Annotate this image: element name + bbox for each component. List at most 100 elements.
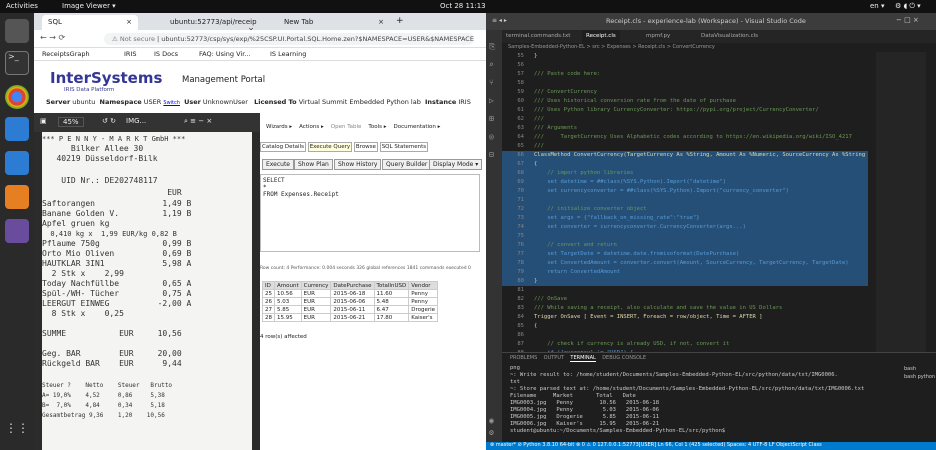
panel-tab-problems[interactable]: PROBLEMS [510, 355, 537, 361]
terminal-line: ~: Store parsed text at: /home/student/D… [510, 386, 865, 392]
code-line: 83/// While saving a receipt, also calcu… [517, 305, 783, 311]
portal-title: Management Portal [182, 75, 266, 85]
tab-catalog-details[interactable]: Catalog Details [260, 142, 306, 152]
code-line: 62/// [517, 116, 544, 122]
menu-wizards[interactable]: Wizards ▸ [266, 124, 292, 130]
activities-button[interactable]: Activities [6, 2, 38, 10]
terminal-icon[interactable]: >_ [5, 51, 29, 75]
terminal-line: IMG0004.jpg Penny 5.03 2015-06-06 [510, 407, 660, 413]
system-tray-icons[interactable]: ⚙ ◖ ⏻ ▾ [895, 2, 921, 11]
execute-button[interactable]: Execute [262, 159, 294, 170]
show-history-button[interactable]: Show History [334, 159, 382, 170]
code-line: 80} [502, 277, 868, 286]
portal-info-row: Server ubuntu Namespace USER Switch User… [46, 98, 471, 106]
url-field[interactable]: ⚠ Not secure | ubuntu:52773/csp/sys/exp/… [104, 33, 474, 45]
menu-open-table[interactable]: Open Table [331, 124, 362, 130]
menu-documentation[interactable]: Documentation ▸ [393, 124, 440, 130]
code-line: 74 set converter = currencyconverter.Cur… [502, 223, 868, 232]
table-row: 28 15.95 EUR 2015-06-21 17.80 Kaiser's [262, 313, 439, 322]
code-line: 60/// Uses historical conversion rate fr… [517, 98, 736, 104]
minimap[interactable] [876, 52, 926, 352]
folder-icon[interactable] [5, 185, 29, 209]
clock[interactable]: Oct 28 11:13 [440, 2, 486, 10]
code-line: 87 // check if currency is already USD, … [517, 341, 730, 347]
code-line: 72 // initialize converter object [502, 205, 868, 214]
tab-mpmf-py[interactable]: mpmf.py [642, 30, 674, 43]
switch-link[interactable]: Switch [163, 100, 180, 106]
show-apps-icon[interactable]: ⋮⋮ [5, 421, 29, 445]
code-line: 75 [502, 232, 868, 241]
terminal-line: IMG0003.jpg Penny 10.56 2015-06-18 [510, 400, 660, 406]
show-plan-button[interactable]: Show Plan [294, 159, 333, 170]
bookmark-is-learning[interactable]: IS Learning [270, 50, 306, 58]
query-editor[interactable]: SELECT * FROM Expenses.Receipt [260, 174, 480, 252]
table-row: 25 10.56 EUR 2015-06-18 11.60 Penny [262, 289, 439, 298]
tab-sql-statements[interactable]: SQL Statements [379, 142, 429, 152]
activity-bar: ⎘ ⌕ ⑂ ▷ ⊞ ◎ ⊟ ◉ ⚙ [486, 30, 502, 442]
panel-tabs: PROBLEMS OUTPUT TERMINAL DEBUG CONSOLE [510, 355, 646, 362]
image-viewer-window: ▣ 45% ↺ ↻ IMG... ⌕ ≡ − × *** P E N N Y -… [34, 113, 260, 450]
panel-tab-terminal[interactable]: TERMINAL [570, 355, 596, 362]
bookmark-iris[interactable]: IRIS [124, 50, 136, 58]
zoom-level[interactable]: 45% [58, 117, 84, 127]
menu-actions[interactable]: Actions ▸ [299, 124, 324, 130]
query-builder-button[interactable]: Query Builder [382, 159, 432, 170]
code-line: 56 [517, 62, 524, 68]
row-count-text: Row count: 4 Performance: 0.004 seconds … [260, 266, 471, 271]
tab-browse[interactable]: Browse [353, 142, 378, 152]
intersystems-logo: InterSystems [50, 69, 163, 87]
tab-sql[interactable]: SQL × [42, 15, 138, 30]
tab-execute-query[interactable]: Execute Query [307, 142, 353, 152]
portal-tabs: Catalog Details Execute Query Browse SQL… [260, 142, 429, 152]
terminal-output[interactable]: png ~: Write result to: /home/student/Doc… [502, 365, 902, 443]
menu-tools[interactable]: Tools ▸ [368, 124, 386, 130]
breadcrumb[interactable]: Samples-Embedded-Python-EL > src > Expen… [502, 43, 936, 52]
receipt-image: *** P E N N Y - M A R K T GmbH *** Bilke… [42, 132, 252, 450]
terminal-line: txt [510, 379, 520, 385]
code-editor[interactable]: 55} 56 57/// Paste code here: 58 59/// Conve… [502, 52, 868, 352]
code-line: 86 [517, 332, 524, 338]
vscode-menu-icons[interactable]: ≡ ◂ ▸ [492, 17, 507, 24]
tab-api[interactable]: ubuntu:52773/api/receip × [164, 15, 260, 30]
vscode-icon-2[interactable] [5, 151, 29, 175]
portal-menu: Wizards ▸ Actions ▸ Open Table Tools ▸ D… [266, 124, 440, 130]
display-mode-select[interactable]: Display Mode ▾ [429, 159, 483, 170]
image-viewer-icon[interactable] [5, 219, 29, 243]
terminal-line: ~: Write result to: /home/student/Docume… [510, 372, 838, 378]
bookmark-faq[interactable]: FAQ: Using Vir... [199, 50, 251, 58]
vscode-title-bar: ≡ ◂ ▸ Receipt.cls - experience-lab (Work… [486, 13, 936, 30]
code-line: 76 // convert and return [502, 241, 868, 250]
viewer-actions[interactable]: ⌕ ≡ − × [184, 117, 212, 126]
viewer-menu-icon[interactable]: ▣ [40, 117, 47, 125]
code-line: 71 [502, 196, 868, 205]
bookmark-is-docs[interactable]: IS Docs [154, 50, 178, 58]
activity-icons[interactable]: ⎘ ⌕ ⑂ ▷ ⊞ ◎ ⊟ [489, 38, 495, 164]
code-line: 63/// Arguments [517, 125, 578, 131]
table-row: 27 5.85 EUR 2015-06-11 6.47 Drogerie [262, 305, 439, 314]
panel-tab-output[interactable]: OUTPUT [544, 355, 564, 361]
app-menu[interactable]: Image Viewer ▾ [62, 2, 116, 10]
code-line: 68 // import python libraries [502, 169, 868, 178]
terminal-list[interactable]: bash bash python [904, 365, 935, 381]
code-line: 85{ [517, 323, 538, 329]
tab-receipt-cls[interactable]: Receipt.cls [582, 30, 620, 43]
zoom-controls[interactable]: ↺ ↻ [102, 117, 116, 125]
chrome-icon[interactable] [5, 85, 29, 109]
status-bar[interactable]: ⊗ master* ⊘ Python 3.8.10 64-bit ⊗ 0 ⚠ 0… [486, 442, 936, 450]
account-settings-icons[interactable]: ◉ ⚙ [489, 415, 494, 439]
tab-datavisualization[interactable]: DataVisualization.cls [697, 30, 762, 43]
code-line: 61/// Uses Python library CurrencyConver… [517, 107, 819, 113]
window-controls[interactable]: − □ × [896, 16, 919, 24]
tab-terminal-commands[interactable]: terminal.commands.txt [502, 30, 574, 43]
files-icon[interactable] [5, 19, 29, 43]
nav-buttons[interactable]: ← → ⟳ [40, 33, 65, 42]
bookmark-receiptsgraph[interactable]: ReceiptsGraph [42, 50, 90, 58]
language-indicator[interactable]: en ▾ [870, 2, 884, 10]
tab-new[interactable]: New Tab × [278, 15, 390, 30]
panel-tab-debug[interactable]: DEBUG CONSOLE [602, 355, 646, 361]
code-line: 77 set TargetDate = datetime.date.fromis… [502, 250, 868, 259]
vscode-icon[interactable] [5, 117, 29, 141]
code-line: 84 Trigger OnSave [ Event = INSERT, Forea… [517, 314, 763, 320]
code-line: 69 set datetime = ##class(%SYS.Python).I… [502, 178, 868, 187]
new-tab-button[interactable]: + [396, 16, 404, 26]
